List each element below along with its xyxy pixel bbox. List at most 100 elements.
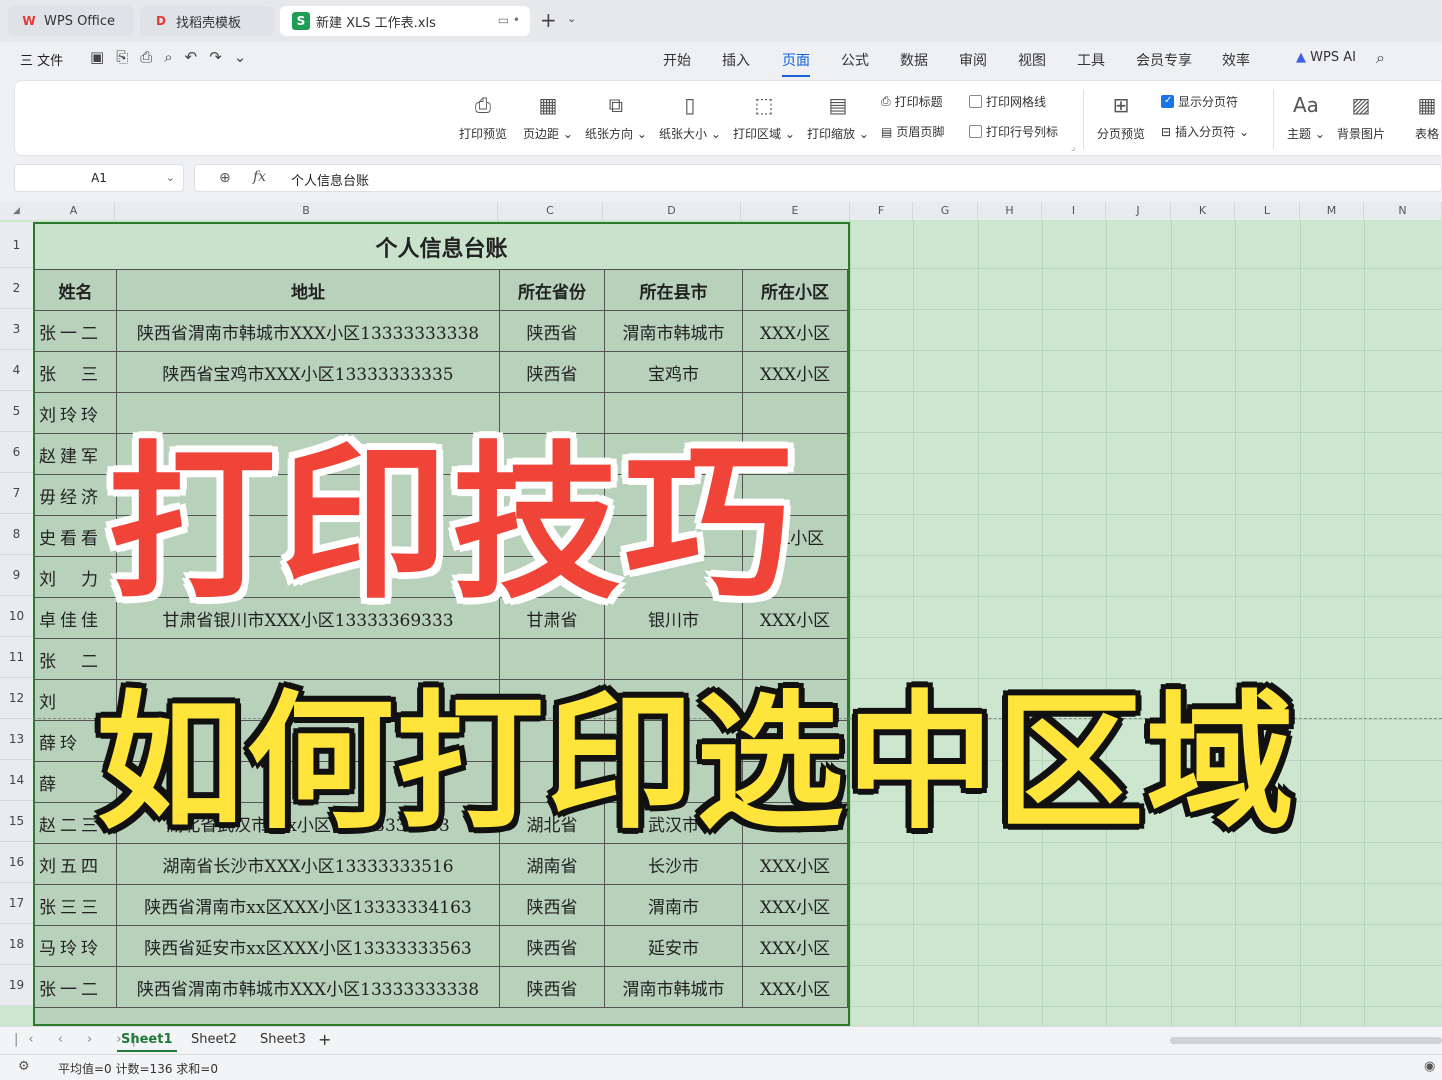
print-icon[interactable]: ⎙ — [140, 48, 152, 66]
row-header-9[interactable]: 9 — [0, 555, 33, 596]
table-cell[interactable]: 陕西省 — [500, 926, 605, 967]
theme-button[interactable]: Aa 主题 ⌄ — [1287, 91, 1325, 142]
table-cell[interactable]: XXX小区 — [743, 885, 848, 926]
print-area-button[interactable]: ⬚ 打印区域 ⌄ — [733, 91, 795, 142]
row-header-1[interactable]: 1 — [0, 222, 33, 268]
header-cell[interactable]: 所在省份 — [500, 270, 605, 311]
table-cell[interactable]: 陕西省延安市xx区XXX小区13333333563 — [117, 926, 500, 967]
header-footer-button[interactable]: ▤ 页眉页脚 — [881, 123, 944, 140]
column-header-A[interactable]: A — [33, 202, 115, 220]
menu-tab-data[interactable]: 数据 — [900, 50, 928, 70]
print-gridlines-checkbox[interactable]: 打印网格线 — [969, 93, 1046, 110]
background-image-button[interactable]: ▨ 背景图片 — [1337, 91, 1385, 142]
column-header-H[interactable]: H — [978, 202, 1042, 220]
column-header-I[interactable]: I — [1042, 202, 1106, 220]
table-cell[interactable]: XXX小区 — [743, 311, 848, 352]
table-cell[interactable]: 马玲玲 — [35, 926, 117, 967]
table-cell[interactable]: 陕西省宝鸡市XXX小区13333333335 — [117, 352, 500, 393]
header-cell[interactable]: 姓名 — [35, 270, 117, 311]
header-cell[interactable]: 所在县市 — [605, 270, 743, 311]
column-header-E[interactable]: E — [741, 202, 850, 220]
row-header-5[interactable]: 5 — [0, 391, 33, 432]
column-header-C[interactable]: C — [498, 202, 603, 220]
row-header-7[interactable]: 7 — [0, 473, 33, 514]
table-cell[interactable]: 张三三 — [35, 885, 117, 926]
sheet-tab-3[interactable]: Sheet3 — [260, 1032, 306, 1047]
menu-tab-view[interactable]: 视图 — [1018, 50, 1046, 70]
margins-button[interactable]: ▦ 页边距 ⌄ — [523, 91, 573, 142]
chevron-down-icon[interactable]: ⌄ — [166, 165, 175, 191]
menu-tab-efficiency[interactable]: 效率 — [1222, 50, 1250, 70]
orientation-button[interactable]: ⧉ 纸张方向 ⌄ — [585, 91, 647, 142]
dialog-launcher-icon[interactable]: ⌟ — [1071, 143, 1075, 153]
row-header-17[interactable]: 17 — [0, 883, 33, 924]
print-preview-button[interactable]: ⎙ 打印预览 — [459, 91, 507, 142]
tab-spreadsheet[interactable]: S 新建 XLS 工作表.xls ▭ • — [280, 6, 530, 36]
table-button[interactable]: ▦ 表格 — [1413, 91, 1441, 142]
chevron-down-icon[interactable]: ⌄ — [567, 12, 576, 25]
menu-tab-page[interactable]: 页面 — [782, 50, 810, 77]
header-cell[interactable]: 所在小区 — [743, 270, 848, 311]
table-cell[interactable]: XXX小区 — [743, 926, 848, 967]
print-preview-icon[interactable]: ⌕ — [164, 48, 172, 66]
wps-ai-button[interactable]: ▲ WPS AI — [1296, 50, 1356, 65]
table-cell[interactable]: XXX小区 — [743, 967, 848, 1008]
sheet-tab-2[interactable]: Sheet2 — [191, 1032, 237, 1047]
table-cell[interactable]: 刘 力 — [35, 557, 117, 598]
table-cell[interactable]: 宝鸡市 — [605, 352, 743, 393]
table-cell[interactable]: 史看看 — [35, 516, 117, 557]
paper-size-button[interactable]: ▯ 纸张大小 ⌄ — [659, 91, 721, 142]
table-cell[interactable]: 刘玲玲 — [35, 393, 117, 434]
row-header-13[interactable]: 13 — [0, 719, 33, 760]
menu-tab-home[interactable]: 开始 — [663, 50, 691, 70]
function-icon[interactable]: fx — [253, 169, 266, 185]
column-header-D[interactable]: D — [603, 202, 741, 220]
row-header-2[interactable]: 2 — [0, 268, 33, 309]
table-cell[interactable]: 毋经济 — [35, 475, 117, 516]
search-icon[interactable]: ⌕ — [1376, 48, 1385, 68]
eye-icon[interactable]: ◉ — [1424, 1059, 1435, 1074]
zoom-icon[interactable]: ⊕ — [219, 170, 231, 186]
table-cell[interactable]: 张一二 — [35, 311, 117, 352]
sheet-tab-1[interactable]: Sheet1 — [117, 1032, 176, 1052]
row-header-6[interactable]: 6 — [0, 432, 33, 473]
horizontal-scrollbar[interactable] — [1170, 1037, 1442, 1044]
more-chevron-icon[interactable]: ⌄ — [234, 48, 247, 66]
row-header-10[interactable]: 10 — [0, 596, 33, 637]
row-header-14[interactable]: 14 — [0, 760, 33, 801]
tab-template[interactable]: D 找稻壳模板 — [140, 6, 274, 36]
table-cell[interactable]: 赵建军 — [35, 434, 117, 475]
table-title-cell[interactable]: 个人信息台账 — [35, 224, 848, 270]
column-header-M[interactable]: M — [1300, 202, 1364, 220]
print-scale-button[interactable]: ▤ 打印缩放 ⌄ — [807, 91, 869, 142]
table-cell[interactable]: 陕西省渭南市韩城市XXX小区13333333338 — [117, 311, 500, 352]
row-header-16[interactable]: 16 — [0, 842, 33, 883]
tab-status-icon[interactable]: ▭ • — [498, 13, 520, 27]
table-cell[interactable]: 渭南市 — [605, 885, 743, 926]
tab-wps-office[interactable]: W WPS Office — [8, 6, 134, 36]
menu-tab-tools[interactable]: 工具 — [1077, 50, 1105, 70]
row-header-8[interactable]: 8 — [0, 514, 33, 555]
new-tab-icon[interactable]: + — [540, 8, 557, 32]
menu-tab-review[interactable]: 审阅 — [959, 50, 987, 70]
redo-icon[interactable]: ↷ — [209, 48, 222, 66]
export-icon[interactable]: ⎘ — [116, 48, 128, 66]
table-cell[interactable]: 延安市 — [605, 926, 743, 967]
row-header-4[interactable]: 4 — [0, 350, 33, 391]
add-sheet-icon[interactable]: + — [318, 1030, 331, 1049]
table-cell[interactable]: 陕西省渭南市韩城市XXX小区13333333338 — [117, 967, 500, 1008]
row-header-11[interactable]: 11 — [0, 637, 33, 678]
table-cell[interactable]: 渭南市韩城市 — [605, 311, 743, 352]
column-header-B[interactable]: B — [115, 202, 498, 220]
row-header-3[interactable]: 3 — [0, 309, 33, 350]
header-cell[interactable]: 地址 — [117, 270, 500, 311]
table-cell[interactable]: XXX小区 — [743, 352, 848, 393]
insert-page-break-button[interactable]: ⊟ 插入分页符 ⌄ — [1161, 123, 1249, 140]
print-title-button[interactable]: ⎙ 打印标题 — [881, 93, 943, 110]
table-cell[interactable]: 卓佳佳 — [35, 598, 117, 639]
file-menu[interactable]: 三 文件 — [20, 50, 63, 69]
print-rowcol-checkbox[interactable]: 打印行号列标 — [969, 123, 1058, 140]
menu-tab-insert[interactable]: 插入 — [722, 50, 750, 70]
undo-icon[interactable]: ↶ — [185, 48, 198, 66]
table-cell[interactable]: 陕西省 — [500, 967, 605, 1008]
